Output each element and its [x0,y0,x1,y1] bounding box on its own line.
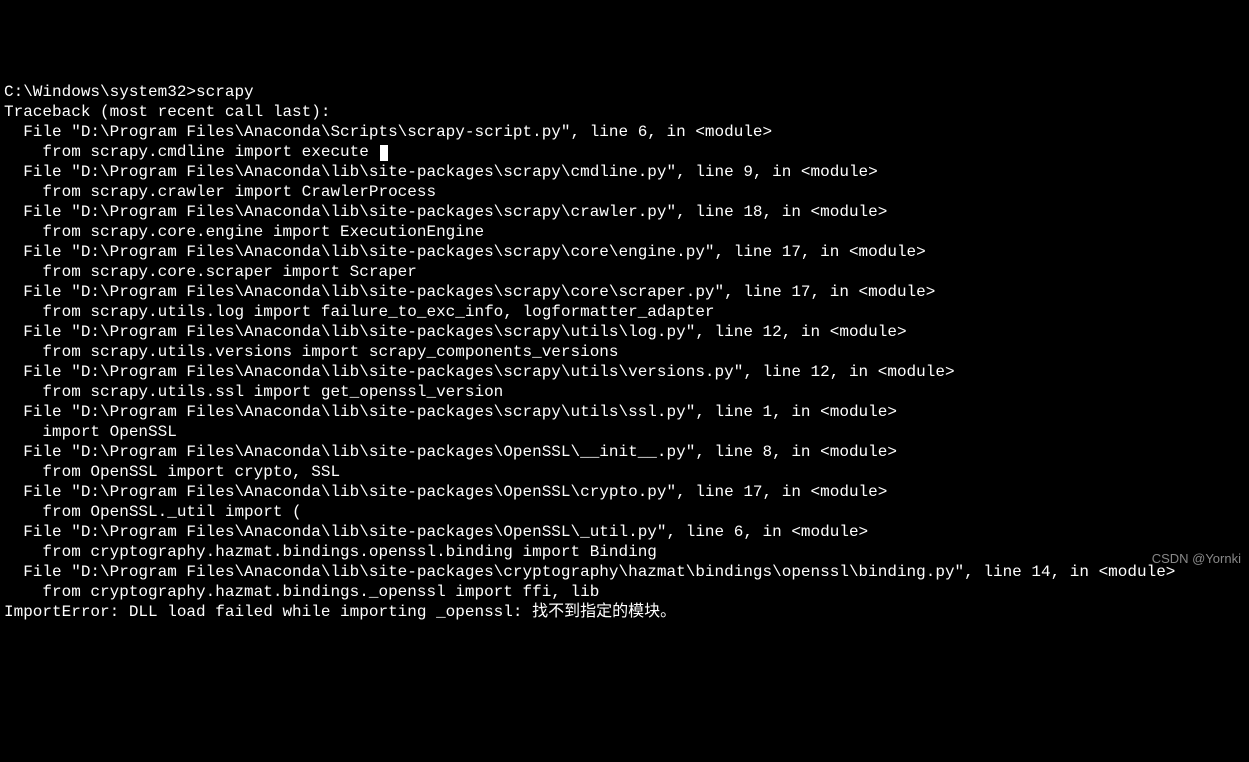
terminal-line: File "D:\Program Files\Anaconda\lib\site… [4,242,1245,262]
terminal-line: File "D:\Program Files\Anaconda\lib\site… [4,482,1245,502]
terminal-line: File "D:\Program Files\Anaconda\Scripts\… [4,122,1245,142]
terminal-line: from cryptography.hazmat.bindings._opens… [4,582,1245,602]
terminal-line: from scrapy.utils.ssl import get_openssl… [4,382,1245,402]
terminal-line: File "D:\Program Files\Anaconda\lib\site… [4,442,1245,462]
terminal-line: from scrapy.core.scraper import Scraper [4,262,1245,282]
terminal-line: import OpenSSL [4,422,1245,442]
cursor-icon [380,145,388,161]
terminal-line: File "D:\Program Files\Anaconda\lib\site… [4,562,1245,582]
terminal-line: File "D:\Program Files\Anaconda\lib\site… [4,322,1245,342]
terminal-line: from OpenSSL._util import ( [4,502,1245,522]
terminal-line: C:\Windows\system32>scrapy [4,82,1245,102]
terminal-line: File "D:\Program Files\Anaconda\lib\site… [4,282,1245,302]
terminal-line: File "D:\Program Files\Anaconda\lib\site… [4,362,1245,382]
terminal-line: Traceback (most recent call last): [4,102,1245,122]
terminal-line: ImportError: DLL load failed while impor… [4,602,1245,622]
terminal-line: File "D:\Program Files\Anaconda\lib\site… [4,202,1245,222]
terminal-line: File "D:\Program Files\Anaconda\lib\site… [4,522,1245,542]
watermark-text: CSDN @Yornki [1152,549,1241,569]
terminal-line: from scrapy.utils.log import failure_to_… [4,302,1245,322]
terminal-line: from scrapy.crawler import CrawlerProces… [4,182,1245,202]
terminal-line: from cryptography.hazmat.bindings.openss… [4,542,1245,562]
terminal-line: from scrapy.core.engine import Execution… [4,222,1245,242]
terminal-output[interactable]: C:\Windows\system32>scrapyTraceback (mos… [4,82,1245,622]
terminal-line: from scrapy.utils.versions import scrapy… [4,342,1245,362]
terminal-line: File "D:\Program Files\Anaconda\lib\site… [4,402,1245,422]
terminal-line: from OpenSSL import crypto, SSL [4,462,1245,482]
terminal-line: from scrapy.cmdline import execute [4,142,1245,162]
terminal-line: File "D:\Program Files\Anaconda\lib\site… [4,162,1245,182]
